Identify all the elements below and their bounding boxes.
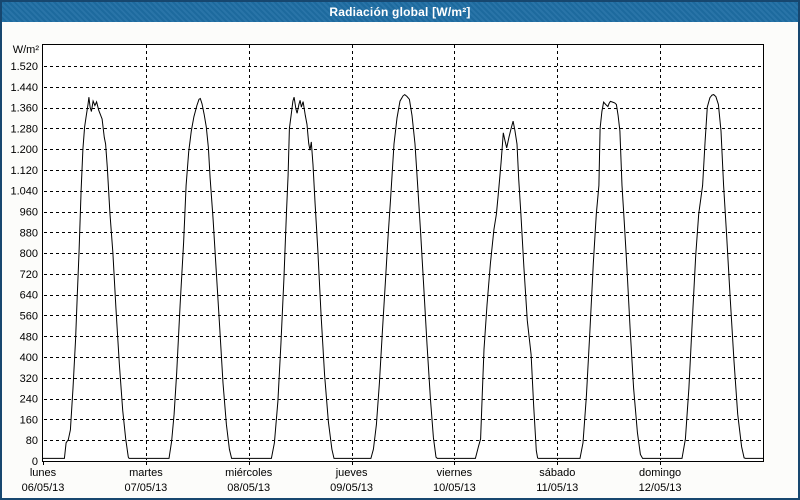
radiation-chart: W/m² 1.520 1.440 1.360 1.280 1.200 1.120 1.040 9… — [10, 44, 764, 494]
app-window: Radiación global [W/m²] W/m² 1.520 1.440 1.… — [0, 0, 800, 500]
day-name-label: miércoles — [225, 467, 273, 479]
y-tick-label: 1.280 — [10, 123, 38, 135]
y-tick-label: 640 — [20, 290, 38, 302]
day-name-label: sábado — [539, 467, 575, 479]
y-tick-label: 560 — [20, 311, 38, 323]
y-tick-label: 320 — [20, 373, 38, 385]
y-tick-label: 240 — [20, 394, 38, 406]
y-tick-label: 800 — [20, 248, 38, 260]
day-date-label: 06/05/13 — [22, 482, 65, 494]
y-tick-label: 1.360 — [10, 103, 38, 115]
day-date-label: 07/05/13 — [124, 482, 167, 494]
y-axis-labels: 1.520 1.440 1.360 1.280 1.200 1.120 1.040 960 88… — [10, 61, 38, 468]
y-tick-label: 720 — [20, 269, 38, 281]
day-date-label: 08/05/13 — [227, 482, 270, 494]
y-tick-label: 480 — [20, 331, 38, 343]
y-tick-label: 1.200 — [10, 144, 38, 156]
y-tick-label: 400 — [20, 352, 38, 364]
y-tick-label: 160 — [20, 414, 38, 426]
y-tick-label: 1.520 — [10, 61, 38, 73]
day-name-label: jueves — [335, 467, 368, 479]
day-date-label: 09/05/13 — [330, 482, 373, 494]
y-tick-label: 880 — [20, 227, 38, 239]
day-date-label: 11/05/13 — [536, 482, 578, 494]
y-axis-unit-label: W/m² — [13, 44, 40, 56]
y-tick-label: 80 — [26, 435, 38, 447]
day-name-label: martes — [129, 467, 163, 479]
x-axis-labels: lunes 06/05/13 martes 07/05/13 miércoles 08/0… — [22, 467, 682, 494]
day-name-label: viernes — [437, 467, 473, 479]
y-tick-label: 960 — [20, 207, 38, 219]
y-tick-label: 1.440 — [10, 82, 38, 94]
day-date-label: 10/05/13 — [433, 482, 476, 494]
plot-area — [42, 44, 764, 462]
day-name-label: domingo — [639, 467, 681, 479]
day-date-label: 12/05/13 — [639, 482, 682, 494]
day-name-label: lunes — [30, 467, 57, 479]
y-tick-label: 1.040 — [10, 186, 38, 198]
y-tick-label: 1.120 — [10, 165, 38, 177]
